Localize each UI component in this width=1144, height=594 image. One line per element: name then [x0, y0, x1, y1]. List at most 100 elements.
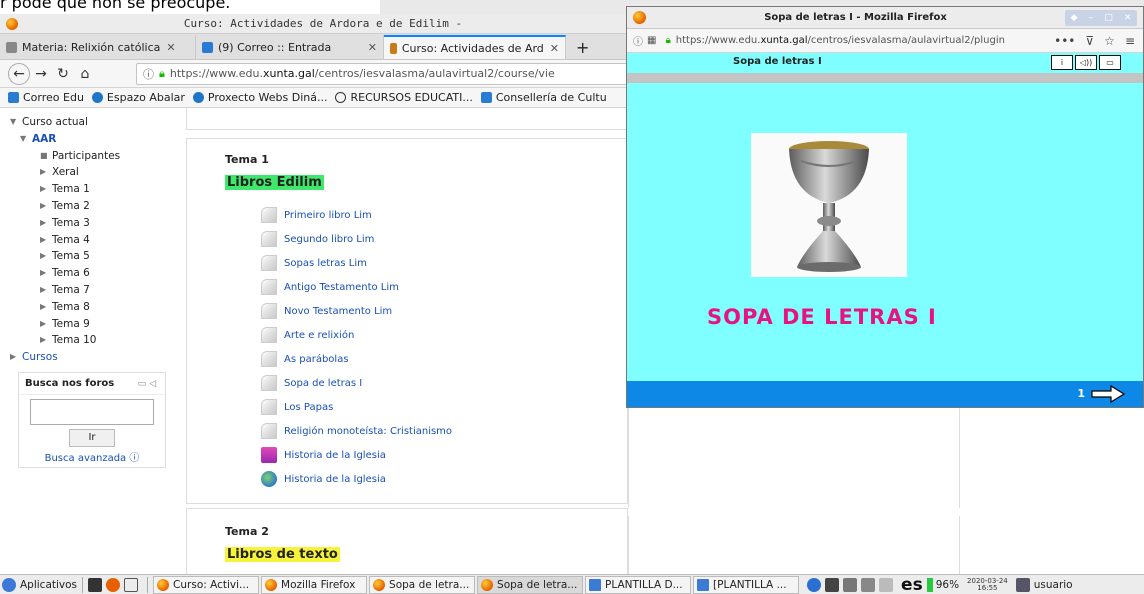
tree-courses[interactable]: ▶ Cursos — [10, 349, 176, 366]
activity-link[interactable]: Novo Testamento Lim — [261, 299, 452, 323]
info-icon[interactable]: i — [1051, 55, 1073, 70]
tree-tema-6[interactable]: ▶ Tema 6 — [10, 265, 176, 282]
new-tab-button[interactable]: + — [566, 35, 599, 59]
activity-link[interactable]: Sopas letras Lim — [261, 251, 452, 275]
user-name[interactable]: usuario — [1034, 579, 1073, 591]
bookmark-correo-edu[interactable]: Correo Edu — [8, 91, 84, 104]
tree-tema-2[interactable]: ▶ Tema 2 — [10, 198, 176, 215]
back-icon[interactable]: ← — [8, 62, 30, 85]
bookmark-proxecto-webs[interactable]: Proxecto Webs Diná... — [192, 91, 327, 104]
activity-link[interactable]: Arte e relixión — [261, 323, 452, 347]
terminal-icon[interactable] — [88, 577, 103, 592]
tree-label: Participantes — [52, 149, 121, 162]
taskbar-task[interactable]: Sopa de letra... — [477, 575, 584, 594]
fullscreen-icon[interactable]: ▭ — [1099, 55, 1121, 70]
taskbar-task[interactable]: Curso: Activi... — [153, 575, 260, 594]
tree-tema-4[interactable]: ▶ Tema 4 — [10, 232, 176, 249]
activity-link[interactable]: Los Papas — [261, 395, 452, 419]
forward-icon[interactable]: → — [30, 63, 52, 85]
tree-participants[interactable]: ■ Participantes — [10, 148, 176, 165]
clipboard-icon[interactable] — [879, 577, 894, 592]
activity-link[interactable]: As parábolas — [261, 347, 452, 371]
tree-tema-8[interactable]: ▶ Tema 8 — [10, 299, 176, 316]
firefox-launcher-icon[interactable] — [106, 577, 121, 592]
bookmark-recursos[interactable]: RECURSOS EDUCATI... — [335, 91, 473, 104]
tree-tema-7[interactable]: ▶ Tema 7 — [10, 282, 176, 299]
taskbar-task[interactable]: [PLANTILLA ... — [693, 575, 800, 594]
clock[interactable]: 2020-03-24 16:55 — [967, 577, 1008, 592]
sound-icon[interactable]: ◁)) — [1075, 55, 1097, 70]
tree-tema-9[interactable]: ▶ Tema 9 — [10, 316, 176, 333]
activity-header: Sopa de letras I i ◁)) ▭ — [627, 53, 1143, 73]
bluetooth-icon[interactable] — [807, 577, 822, 592]
permissions-icon[interactable]: ▦ — [647, 35, 656, 46]
keyboard-layout[interactable]: es — [901, 576, 923, 593]
forum-search-input[interactable] — [30, 399, 154, 425]
tab-materia[interactable]: Materia: Relixión católica ✕ — [0, 35, 196, 59]
activity-link[interactable]: Sopa de letras I — [261, 371, 452, 395]
restore-icon[interactable]: ◆ — [1071, 13, 1078, 23]
tree-current-course[interactable]: ▼ Curso actual — [10, 114, 176, 131]
reload-icon[interactable]: ↻ — [52, 63, 74, 85]
help-icon[interactable]: ⓘ — [129, 453, 139, 464]
activity-link[interactable]: Historia de la Iglesia — [261, 443, 452, 467]
close-icon[interactable]: ✕ — [550, 42, 559, 55]
network-icon[interactable] — [825, 577, 840, 592]
home-icon[interactable]: ⌂ — [74, 63, 96, 85]
tree-label: Tema 1 — [52, 183, 90, 196]
task-label: PLANTILLA D... — [605, 578, 683, 591]
block-title: Busca nos foros — [25, 378, 115, 389]
tree-tema-10[interactable]: ▶ Tema 10 — [10, 332, 176, 349]
taskbar-task[interactable]: Sopa de letra... — [369, 575, 476, 594]
activity-link[interactable]: Segundo libro Lim — [261, 227, 452, 251]
tab-curso[interactable]: Curso: Actividades de Ard ✕ — [384, 35, 566, 59]
activity-link[interactable]: Primeiro libro Lim — [261, 203, 452, 227]
activity-link[interactable]: Historia de la Iglesia — [261, 467, 452, 491]
abalar-icon — [91, 92, 103, 103]
menu-icon[interactable]: ≡ — [1125, 34, 1135, 48]
search-go-button[interactable]: Ir — [69, 429, 115, 447]
more-icon[interactable]: ••• — [1054, 34, 1075, 48]
activity-link[interactable]: Antigo Testamento Lim — [261, 275, 452, 299]
chevron-right-icon: ▶ — [40, 234, 47, 244]
advanced-search-link[interactable]: Busca avanzada ⓘ — [19, 449, 165, 464]
star-icon[interactable]: ☆ — [1104, 34, 1115, 48]
tree-tema-1[interactable]: ▶ Tema 1 — [10, 181, 176, 198]
next-arrow-icon[interactable] — [1091, 384, 1126, 406]
bookmark-espazo-abalar[interactable]: Espazo Abalar — [91, 91, 185, 104]
tree-link[interactable]: Cursos — [22, 349, 58, 366]
applications-menu[interactable]: Aplicativos — [2, 577, 77, 592]
close-icon[interactable]: ✕ — [1124, 13, 1132, 23]
taskbar-task[interactable]: PLANTILLA D... — [585, 575, 692, 594]
document-icon — [261, 303, 277, 319]
minimize-icon[interactable]: – — [1089, 13, 1094, 23]
activity-link-label: Arte e relixión — [284, 329, 355, 341]
volume-icon[interactable] — [843, 577, 858, 592]
separator — [147, 576, 149, 593]
close-icon[interactable]: ✕ — [368, 41, 377, 54]
taskbar-task[interactable]: Mozilla Firefox — [261, 575, 368, 594]
tree-label: Tema 9 — [52, 317, 90, 330]
info-icon[interactable]: ⓘ — [143, 66, 154, 82]
bookmark-label: Consellería de Cultu — [495, 91, 607, 104]
close-icon[interactable]: ✕ — [166, 41, 175, 54]
chevron-right-icon: ▶ — [40, 251, 47, 261]
tab-correo[interactable]: (9) Correo :: Entrada ✕ — [196, 35, 384, 59]
pocket-icon[interactable]: ⊽ — [1085, 34, 1094, 48]
tree-tema-3[interactable]: ▶ Tema 3 — [10, 215, 176, 232]
info-icon[interactable]: ⓘ — [633, 33, 643, 48]
popup-url-bar[interactable]: ⓘ ▦ 🔒︎ https://www.edu. xunta.gal/centros… — [627, 29, 1143, 53]
maximize-icon[interactable]: □ — [1104, 13, 1113, 23]
activity-link-label: Sopa de letras I — [284, 377, 363, 389]
bookmark-conselleria[interactable]: Consellería de Cultu — [480, 91, 607, 104]
tree-xeral[interactable]: ▶ Xeral — [10, 164, 176, 181]
tree-link[interactable]: AAR — [32, 131, 56, 148]
url-bar[interactable]: ⓘ 🔒︎ https://www.edu. xunta.gal/centros/i… — [136, 62, 628, 85]
tree-course-aar[interactable]: ▼ AAR — [10, 131, 176, 148]
block-controls-icon[interactable]: ▭◁ — [138, 379, 159, 389]
screen-icon[interactable] — [861, 577, 876, 592]
chevron-right-icon: ▶ — [40, 318, 47, 328]
tree-tema-5[interactable]: ▶ Tema 5 — [10, 248, 176, 265]
editor-icon[interactable] — [124, 577, 139, 592]
activity-link[interactable]: Religión monoteísta: Cristianismo — [261, 419, 452, 443]
